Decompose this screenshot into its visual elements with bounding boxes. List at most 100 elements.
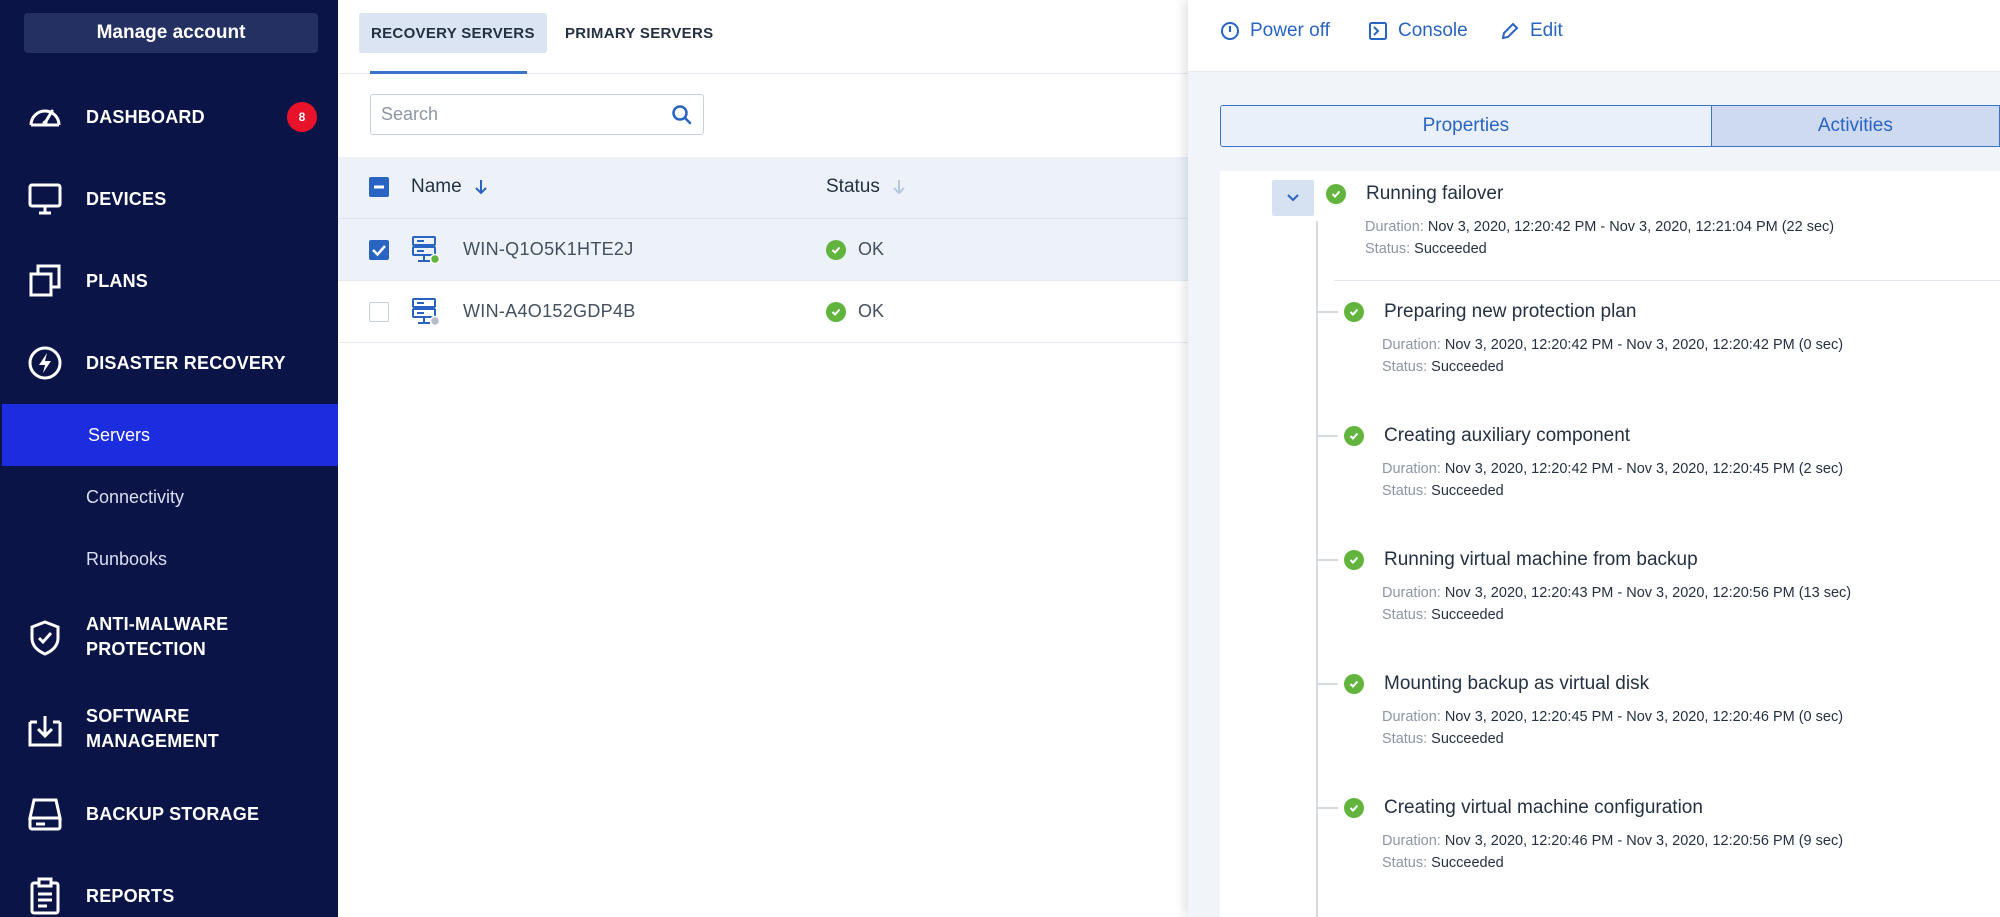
sidebar-item-label: DEVICES [86,188,167,209]
tab-recovery-servers[interactable]: RECOVERY SERVERS [359,13,547,53]
status-text: OK [858,301,885,321]
status-text: OK [858,239,885,259]
status-label: Status: [1382,483,1428,499]
table-row[interactable]: WIN-Q1O5K1HTE2J OK [338,219,1188,281]
search-icon[interactable] [671,104,693,126]
status-label: Status: [1365,241,1411,257]
success-check-icon [1344,302,1364,322]
step-title-text: Mounting backup as virtual disk [1384,673,1650,694]
sidebar-item-label: REPORTS [86,885,175,906]
sidebar-item-software-management[interactable]: SOFTWARE MANAGEMENT [0,702,338,758]
column-header-name[interactable]: Name [411,176,488,198]
status-value: Succeeded [1431,483,1504,499]
tab-activities[interactable]: Activities [1711,106,1999,146]
sidebar-item-dashboard[interactable]: DASHBOARD 8 [0,95,338,139]
server-vm-icon [412,298,441,327]
step-meta: Duration: Nov 3, 2020, 12:20:42 PM - Nov… [1382,458,1843,502]
step-meta: Duration: Nov 3, 2020, 12:20:46 PM - Nov… [1382,830,1843,874]
status-label: Status: [1382,731,1428,747]
duration-value: Nov 3, 2020, 12:20:45 PM - Nov 3, 2020, … [1444,709,1844,725]
step-meta: Duration: Nov 3, 2020, 12:20:45 PM - Nov… [1382,706,1843,750]
row-checkbox[interactable] [369,302,389,322]
sidebar-item-label: PROTECTION [86,639,207,659]
sidebar: Manage account DASHBOARD 8 DEVICES PLANS… [0,0,338,917]
search-field[interactable] [370,94,704,135]
sidebar-item-label: SOFTWARE [86,706,190,726]
duration-label: Duration: [1365,219,1424,235]
manage-account-button[interactable]: Manage account [24,13,318,53]
notification-badge: 8 [287,102,317,132]
duration-label: Duration: [1382,337,1441,353]
activity-list: Running failover Duration: Nov 3, 2020, … [1220,171,2000,917]
server-vm-icon [412,236,441,265]
step-title-text: Creating auxiliary component [1384,425,1631,446]
success-check-icon [1344,674,1364,694]
sidebar-subitem-label: Connectivity [86,486,185,507]
step-title: Running virtual machine from backup [1344,549,1698,571]
server-name: WIN-A4O152GDP4B [463,301,636,321]
active-tab-indicator [370,71,527,74]
console-button[interactable]: Console [1368,20,1468,42]
step-meta: Duration: Nov 3, 2020, 12:20:43 PM - Nov… [1382,582,1851,626]
column-header-status[interactable]: Status [826,176,906,198]
step-title-text: Creating virtual machine configuration [1384,797,1703,818]
sidebar-item-label: ANTI-MALWARE [86,614,229,634]
server-detail-panel: Power off Console Edit Properties Activi… [1188,0,2000,917]
sidebar-item-plans[interactable]: PLANS [0,259,338,303]
success-check-icon [1344,798,1364,818]
ok-check-icon [826,301,846,322]
sidebar-item-label: BACKUP STORAGE [86,803,260,824]
sidebar-subitem-label: Runbooks [86,548,168,569]
success-check-icon [1344,426,1364,446]
activity-tree-line [1316,221,1318,917]
power-off-label: Power off [1250,20,1330,41]
collapse-button[interactable] [1272,180,1314,216]
tab-primary-servers[interactable]: PRIMARY SERVERS [553,13,725,53]
sidebar-subitem-servers[interactable]: Servers [2,404,338,466]
status-value: Succeeded [1431,731,1504,747]
table-header: Name Status [338,157,1188,219]
tab-properties[interactable]: Properties [1221,106,1712,146]
sidebar-item-reports[interactable]: REPORTS [0,874,338,917]
power-off-button[interactable]: Power off [1220,20,1330,42]
pencil-icon [1501,22,1519,40]
tree-branch [1316,807,1338,809]
sidebar-item-label: MANAGEMENT [86,731,219,751]
detail-toolbar: Power off Console Edit [1188,0,2000,72]
sort-down-arrow-icon [474,180,487,195]
column-header-label: Status [826,176,880,197]
power-icon [1221,22,1239,40]
ok-check-icon [826,239,846,260]
edit-button[interactable]: Edit [1500,20,1563,42]
status-value: Succeeded [1431,607,1504,623]
duration-value: Nov 3, 2020, 12:20:46 PM - Nov 3, 2020, … [1444,833,1844,849]
table-row[interactable]: WIN-A4O152GDP4B OK [338,281,1188,343]
row-checkbox[interactable] [369,240,389,260]
sidebar-subitem-connectivity[interactable]: Connectivity [0,466,338,528]
plans-stack-icon [24,260,66,302]
edit-label: Edit [1530,20,1563,41]
console-icon [1369,22,1387,40]
sidebar-item-devices[interactable]: DEVICES [0,177,338,221]
sidebar-item-disaster-recovery[interactable]: DISASTER RECOVERY [0,341,338,385]
chevron-down-icon [1287,194,1299,202]
activity-meta: Duration: Nov 3, 2020, 12:20:42 PM - Nov… [1365,216,1834,260]
sidebar-subitem-label: Servers [88,424,151,445]
search-input[interactable] [381,95,661,134]
duration-value: Nov 3, 2020, 12:20:42 PM - Nov 3, 2020, … [1444,337,1844,353]
duration-label: Duration: [1382,709,1441,725]
sidebar-subitem-runbooks[interactable]: Runbooks [0,528,338,590]
report-clipboard-icon [24,875,66,917]
software-download-icon [24,709,66,751]
lightning-icon [24,342,66,384]
success-check-icon [1326,184,1346,204]
tree-branch [1316,559,1338,561]
detail-tab-switch: Properties Activities [1220,105,2000,147]
sort-arrow-icon [893,180,905,195]
select-all-checkbox[interactable] [369,177,389,197]
sidebar-item-backup-storage[interactable]: BACKUP STORAGE [0,792,338,836]
duration-label: Duration: [1382,461,1441,477]
status-label: Status: [1382,607,1428,623]
shield-check-icon [24,617,66,659]
sidebar-item-anti-malware[interactable]: ANTI-MALWARE PROTECTION [0,610,338,666]
